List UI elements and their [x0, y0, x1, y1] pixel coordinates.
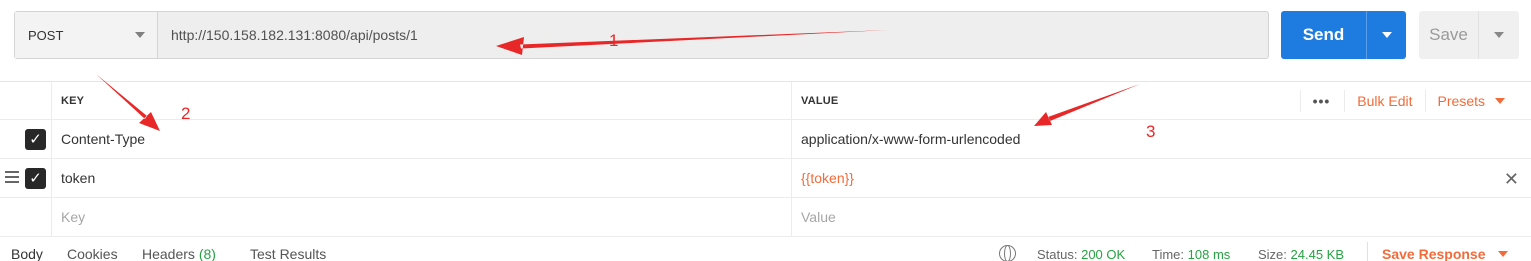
value-placeholder: Value — [801, 209, 836, 225]
chevron-down-icon — [135, 32, 145, 38]
method-label: POST — [28, 27, 64, 43]
new-value-input[interactable]: Value — [791, 198, 1531, 236]
time-label: Time: — [1152, 247, 1185, 261]
annotation-number-2: 2 — [181, 104, 191, 123]
tab-body[interactable]: Body — [11, 246, 43, 261]
url-text: http://150.158.182.131:8080/api/posts/1 — [171, 27, 418, 43]
row-checkbox[interactable]: ✓ — [25, 168, 46, 189]
chevron-down-icon — [1381, 32, 1392, 38]
status-stat: Status: 200 OK — [1037, 247, 1125, 261]
response-bar: Body Cookies Headers (8) Test Results St… — [0, 242, 1531, 261]
presets-dropdown[interactable]: Presets — [1426, 93, 1531, 109]
table-header-row: KEY VALUE ••• Bulk Edit Presets — [0, 82, 1531, 120]
send-button-group: Send — [1281, 11, 1406, 59]
row-checkbox[interactable]: ✓ — [25, 129, 46, 150]
new-key-input[interactable]: Key — [51, 198, 791, 236]
more-options-icon[interactable]: ••• — [1299, 90, 1345, 112]
drag-handle-icon[interactable] — [5, 171, 19, 183]
chevron-down-icon — [1497, 251, 1508, 257]
key-cell[interactable]: Content-Type — [51, 120, 791, 158]
headers-count: (8) — [198, 246, 216, 261]
size-label: Size: — [1258, 247, 1287, 261]
send-dropdown-button[interactable] — [1367, 11, 1406, 59]
chevron-down-icon — [1494, 32, 1504, 38]
save-response-button[interactable]: Save Response — [1382, 246, 1508, 261]
value-text: {{token}} — [801, 170, 854, 186]
tab-headers[interactable]: Headers (8) — [142, 246, 216, 261]
tab-headers-label: Headers — [142, 246, 195, 261]
table-row: ✓ Content-Type application/x-www-form-ur… — [0, 120, 1531, 159]
save-response-label: Save Response — [1382, 246, 1486, 261]
size-value: 24.45 KB — [1290, 247, 1345, 261]
save-dropdown-button[interactable] — [1479, 11, 1519, 59]
annotation-number-3: 3 — [1146, 122, 1156, 141]
value-cell[interactable]: {{token}} — [791, 159, 1531, 197]
value-cell[interactable]: application/x-www-form-urlencoded — [791, 120, 1531, 158]
close-icon[interactable]: ✕ — [1504, 169, 1519, 190]
send-button[interactable]: Send — [1281, 11, 1367, 59]
key-column-header: KEY — [51, 82, 791, 119]
postman-request-editor: POST http://150.158.182.131:8080/api/pos… — [0, 0, 1531, 261]
method-select[interactable]: POST — [15, 12, 158, 58]
tab-test-results[interactable]: Test Results — [250, 246, 326, 261]
value-text: application/x-www-form-urlencoded — [801, 131, 1021, 147]
table-row: ✓ token {{token}} ✕ — [0, 159, 1531, 198]
url-input[interactable]: http://150.158.182.131:8080/api/posts/1 — [158, 12, 1268, 58]
status-value: 200 OK — [1081, 247, 1126, 261]
table-tools: ••• Bulk Edit Presets — [1299, 82, 1531, 120]
key-placeholder: Key — [61, 209, 86, 225]
time-stat: Time: 108 ms — [1152, 247, 1230, 261]
divider — [1367, 242, 1368, 261]
request-bar: POST http://150.158.182.131:8080/api/pos… — [14, 11, 1269, 59]
status-label: Status: — [1037, 247, 1078, 261]
bulk-edit-link[interactable]: Bulk Edit — [1344, 90, 1426, 112]
key-text: token — [61, 170, 96, 186]
time-value: 108 ms — [1187, 247, 1231, 261]
globe-icon[interactable] — [999, 245, 1016, 261]
table-row-new: Key Value — [0, 198, 1531, 237]
key-cell[interactable]: token — [51, 159, 791, 197]
annotation-number-1: 1 — [609, 31, 619, 50]
presets-label: Presets — [1437, 93, 1485, 109]
tab-cookies[interactable]: Cookies — [67, 246, 118, 261]
save-button-group: Save — [1419, 11, 1519, 59]
size-stat: Size: 24.45 KB — [1258, 247, 1344, 261]
key-text: Content-Type — [61, 131, 146, 147]
headers-table: KEY VALUE ••• Bulk Edit Presets ✓ Conten… — [0, 81, 1531, 237]
chevron-down-icon — [1495, 98, 1505, 104]
save-button[interactable]: Save — [1419, 11, 1479, 59]
